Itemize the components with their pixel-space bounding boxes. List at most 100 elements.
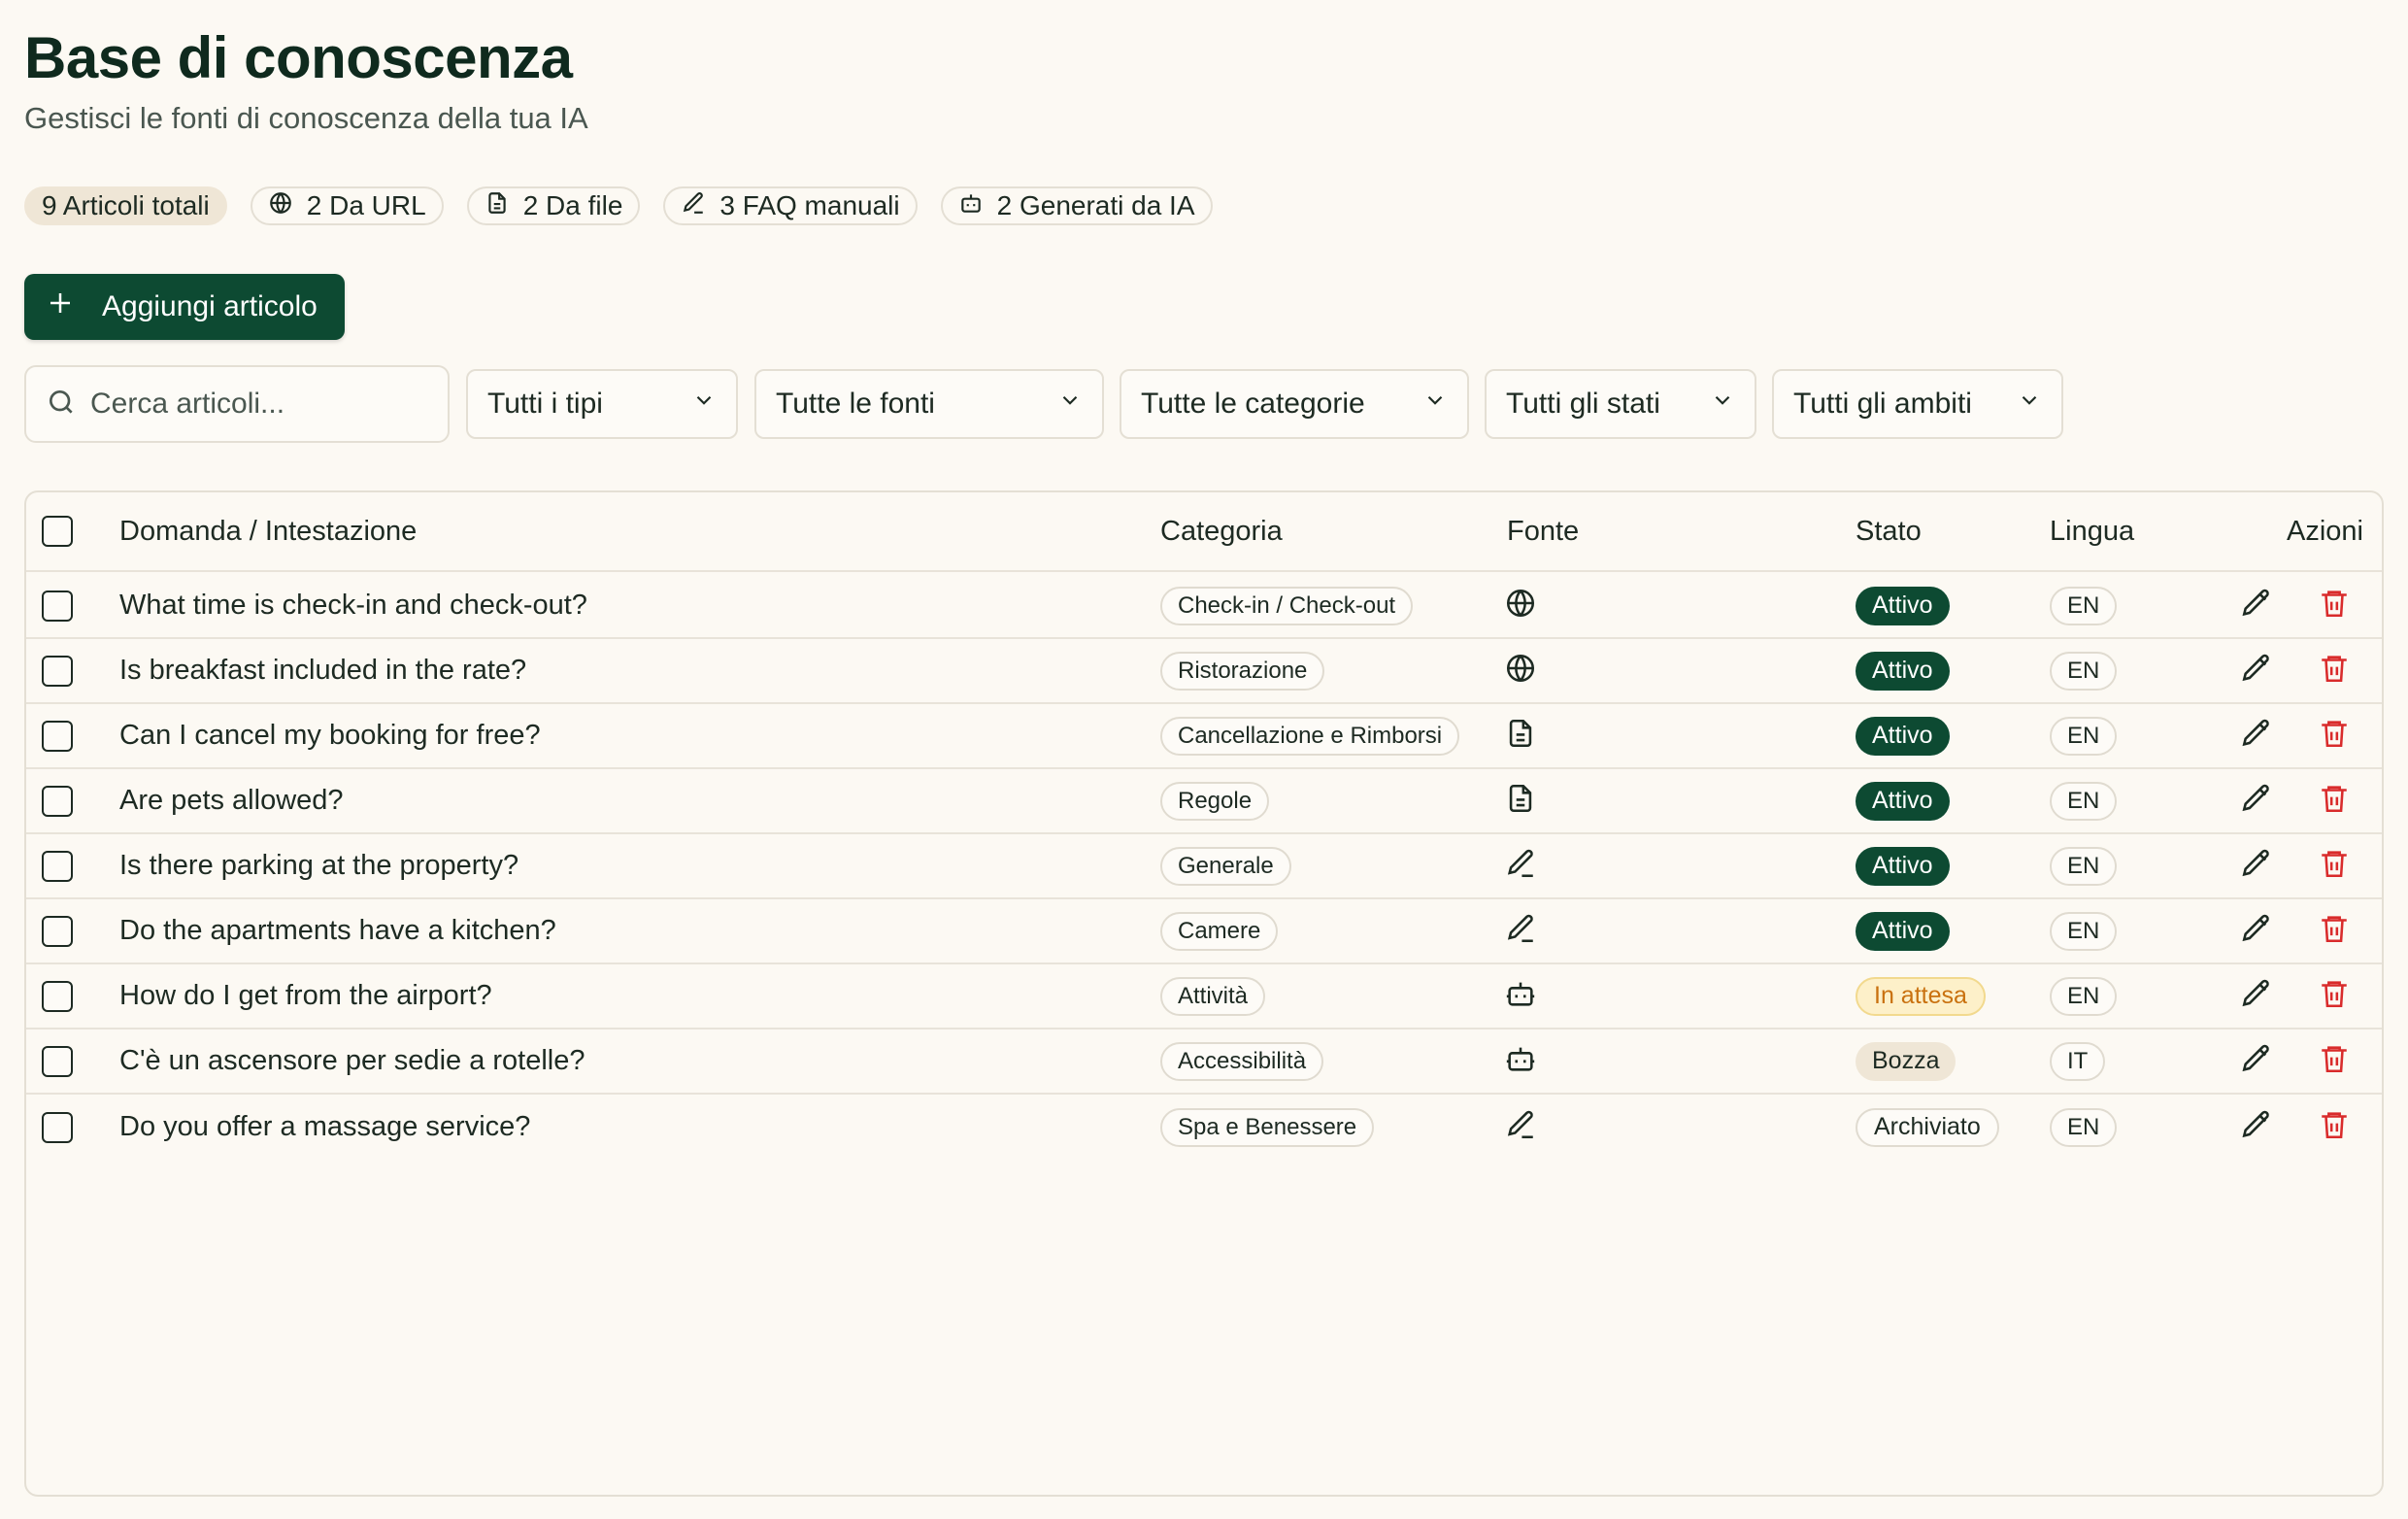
source-cell: [1504, 1095, 1537, 1160]
category-cell: Camere: [1160, 899, 1279, 962]
pencil-icon: [681, 190, 706, 222]
row-checkbox[interactable]: [42, 720, 73, 752]
header-source: Fonte: [1507, 515, 1580, 547]
category-badge: Generale: [1160, 846, 1291, 886]
row-checkbox[interactable]: [42, 655, 73, 687]
edit-icon[interactable]: [2240, 782, 2273, 820]
edit-icon[interactable]: [2240, 587, 2273, 624]
row-checkbox[interactable]: [42, 915, 73, 947]
row-checkbox-cell: [42, 1030, 73, 1093]
table-row[interactable]: Do you offer a massage service? Spa e Ben…: [26, 1095, 2382, 1160]
edit-icon[interactable]: [2240, 717, 2273, 755]
trash-icon[interactable]: [2318, 1042, 2351, 1080]
header-actions: Azioni: [2287, 515, 2363, 547]
language-cell: EN: [2050, 834, 2118, 897]
bot-icon: [958, 190, 984, 222]
source-cell: [1504, 639, 1537, 702]
question-text: Do you offer a massage service?: [119, 1111, 531, 1142]
edit-cell: [2240, 574, 2273, 637]
category-cell: Spa e Benessere: [1160, 1095, 1375, 1160]
table-row[interactable]: What time is check-in and check-out? Chec…: [26, 574, 2382, 639]
page-title: Base di conoscenza: [24, 25, 573, 90]
category-badge: Camere: [1160, 911, 1279, 951]
stat-url-label: 2 Da URL: [306, 190, 426, 220]
language-badge: EN: [2050, 716, 2118, 756]
trash-icon[interactable]: [2318, 977, 2351, 1015]
language-badge: EN: [2050, 1107, 2118, 1147]
edit-icon[interactable]: [2240, 912, 2273, 950]
source-filter-value: Tutte le fonti: [776, 388, 935, 420]
category-filter-select[interactable]: Tutte le categorie: [1120, 369, 1469, 439]
question-text: Can I cancel my booking for free?: [119, 720, 541, 751]
select-all-checkbox[interactable]: [42, 516, 73, 547]
trash-icon[interactable]: [2318, 847, 2351, 885]
table-row[interactable]: How do I get from the airport? Attività In…: [26, 964, 2382, 1030]
category-badge: Cancellazione e Rimborsi: [1160, 716, 1460, 756]
edit-icon[interactable]: [2240, 652, 2273, 690]
chevron-down-icon: [1422, 388, 1448, 421]
type-filter-select[interactable]: Tutti i tipi: [466, 369, 738, 439]
delete-cell: [2318, 704, 2351, 767]
page-header: Base di conoscenza Gestisci le fonti di …: [24, 23, 588, 136]
status-cell: In attesa: [1856, 964, 1986, 1028]
bot-icon: [1504, 977, 1537, 1015]
source-cell: [1504, 834, 1537, 897]
edit-cell: [2240, 834, 2273, 897]
row-checkbox[interactable]: [42, 1111, 73, 1143]
trash-icon[interactable]: [2318, 717, 2351, 755]
trash-icon[interactable]: [2318, 782, 2351, 820]
trash-icon[interactable]: [2318, 1108, 2351, 1146]
status-cell: Attivo: [1856, 704, 1950, 767]
table-row[interactable]: Do the apartments have a kitchen? Camere A…: [26, 899, 2382, 964]
status-badge: Archiviato: [1856, 1107, 1999, 1147]
status-badge: In attesa: [1856, 976, 1986, 1016]
trash-icon[interactable]: [2318, 912, 2351, 950]
edit-icon[interactable]: [2240, 1108, 2273, 1146]
table-row[interactable]: Is breakfast included in the rate? Ristor…: [26, 639, 2382, 704]
category-filter-value: Tutte le categorie: [1141, 388, 1365, 420]
delete-cell: [2318, 899, 2351, 962]
plus-icon: [46, 288, 75, 325]
trash-icon[interactable]: [2318, 652, 2351, 690]
table-row[interactable]: Can I cancel my booking for free? Cancell…: [26, 704, 2382, 769]
search-box[interactable]: [24, 365, 450, 443]
row-checkbox[interactable]: [42, 590, 73, 622]
language-cell: EN: [2050, 639, 2118, 702]
edit-icon[interactable]: [2240, 1042, 2273, 1080]
status-badge: Bozza: [1856, 1041, 1956, 1081]
scope-filter-select[interactable]: Tutti gli ambiti: [1772, 369, 2063, 439]
delete-cell: [2318, 964, 2351, 1028]
chevron-down-icon: [2017, 388, 2042, 421]
status-badge: Attivo: [1856, 846, 1950, 886]
source-cell: [1504, 704, 1537, 767]
row-checkbox-cell: [42, 834, 73, 897]
row-checkbox[interactable]: [42, 1045, 73, 1077]
edit-icon[interactable]: [2240, 977, 2273, 1015]
trash-icon[interactable]: [2318, 587, 2351, 624]
category-cell: Ristorazione: [1160, 639, 1325, 702]
row-checkbox-cell: [42, 1095, 73, 1160]
edit-cell: [2240, 769, 2273, 832]
row-checkbox[interactable]: [42, 850, 73, 882]
category-badge: Attività: [1160, 976, 1266, 1016]
status-filter-select[interactable]: Tutti gli stati: [1485, 369, 1756, 439]
category-cell: Regole: [1160, 769, 1270, 832]
stat-manual-faq: 3 FAQ manuali: [663, 186, 918, 225]
row-checkbox[interactable]: [42, 785, 73, 817]
stat-from-file: 2 Da file: [466, 186, 641, 225]
edit-icon[interactable]: [2240, 847, 2273, 885]
search-input[interactable]: [90, 388, 420, 421]
table-header-row: Domanda / Intestazione Categoria Fonte S…: [26, 492, 2382, 572]
language-cell: EN: [2050, 574, 2118, 637]
row-checkbox-cell: [42, 574, 73, 637]
row-checkbox-cell: [42, 704, 73, 767]
category-badge: Accessibilità: [1160, 1041, 1324, 1081]
language-badge: IT: [2050, 1041, 2106, 1081]
row-checkbox[interactable]: [42, 980, 73, 1012]
table-row[interactable]: C'è un ascensore per sedie a rotelle? Acc…: [26, 1030, 2382, 1095]
table-row[interactable]: Is there parking at the property? General…: [26, 834, 2382, 899]
category-badge: Spa e Benessere: [1160, 1107, 1375, 1147]
table-row[interactable]: Are pets allowed? Regole Attivo EN: [26, 769, 2382, 834]
source-filter-select[interactable]: Tutte le fonti: [754, 369, 1104, 439]
add-article-button[interactable]: Aggiungi articolo: [24, 274, 345, 340]
